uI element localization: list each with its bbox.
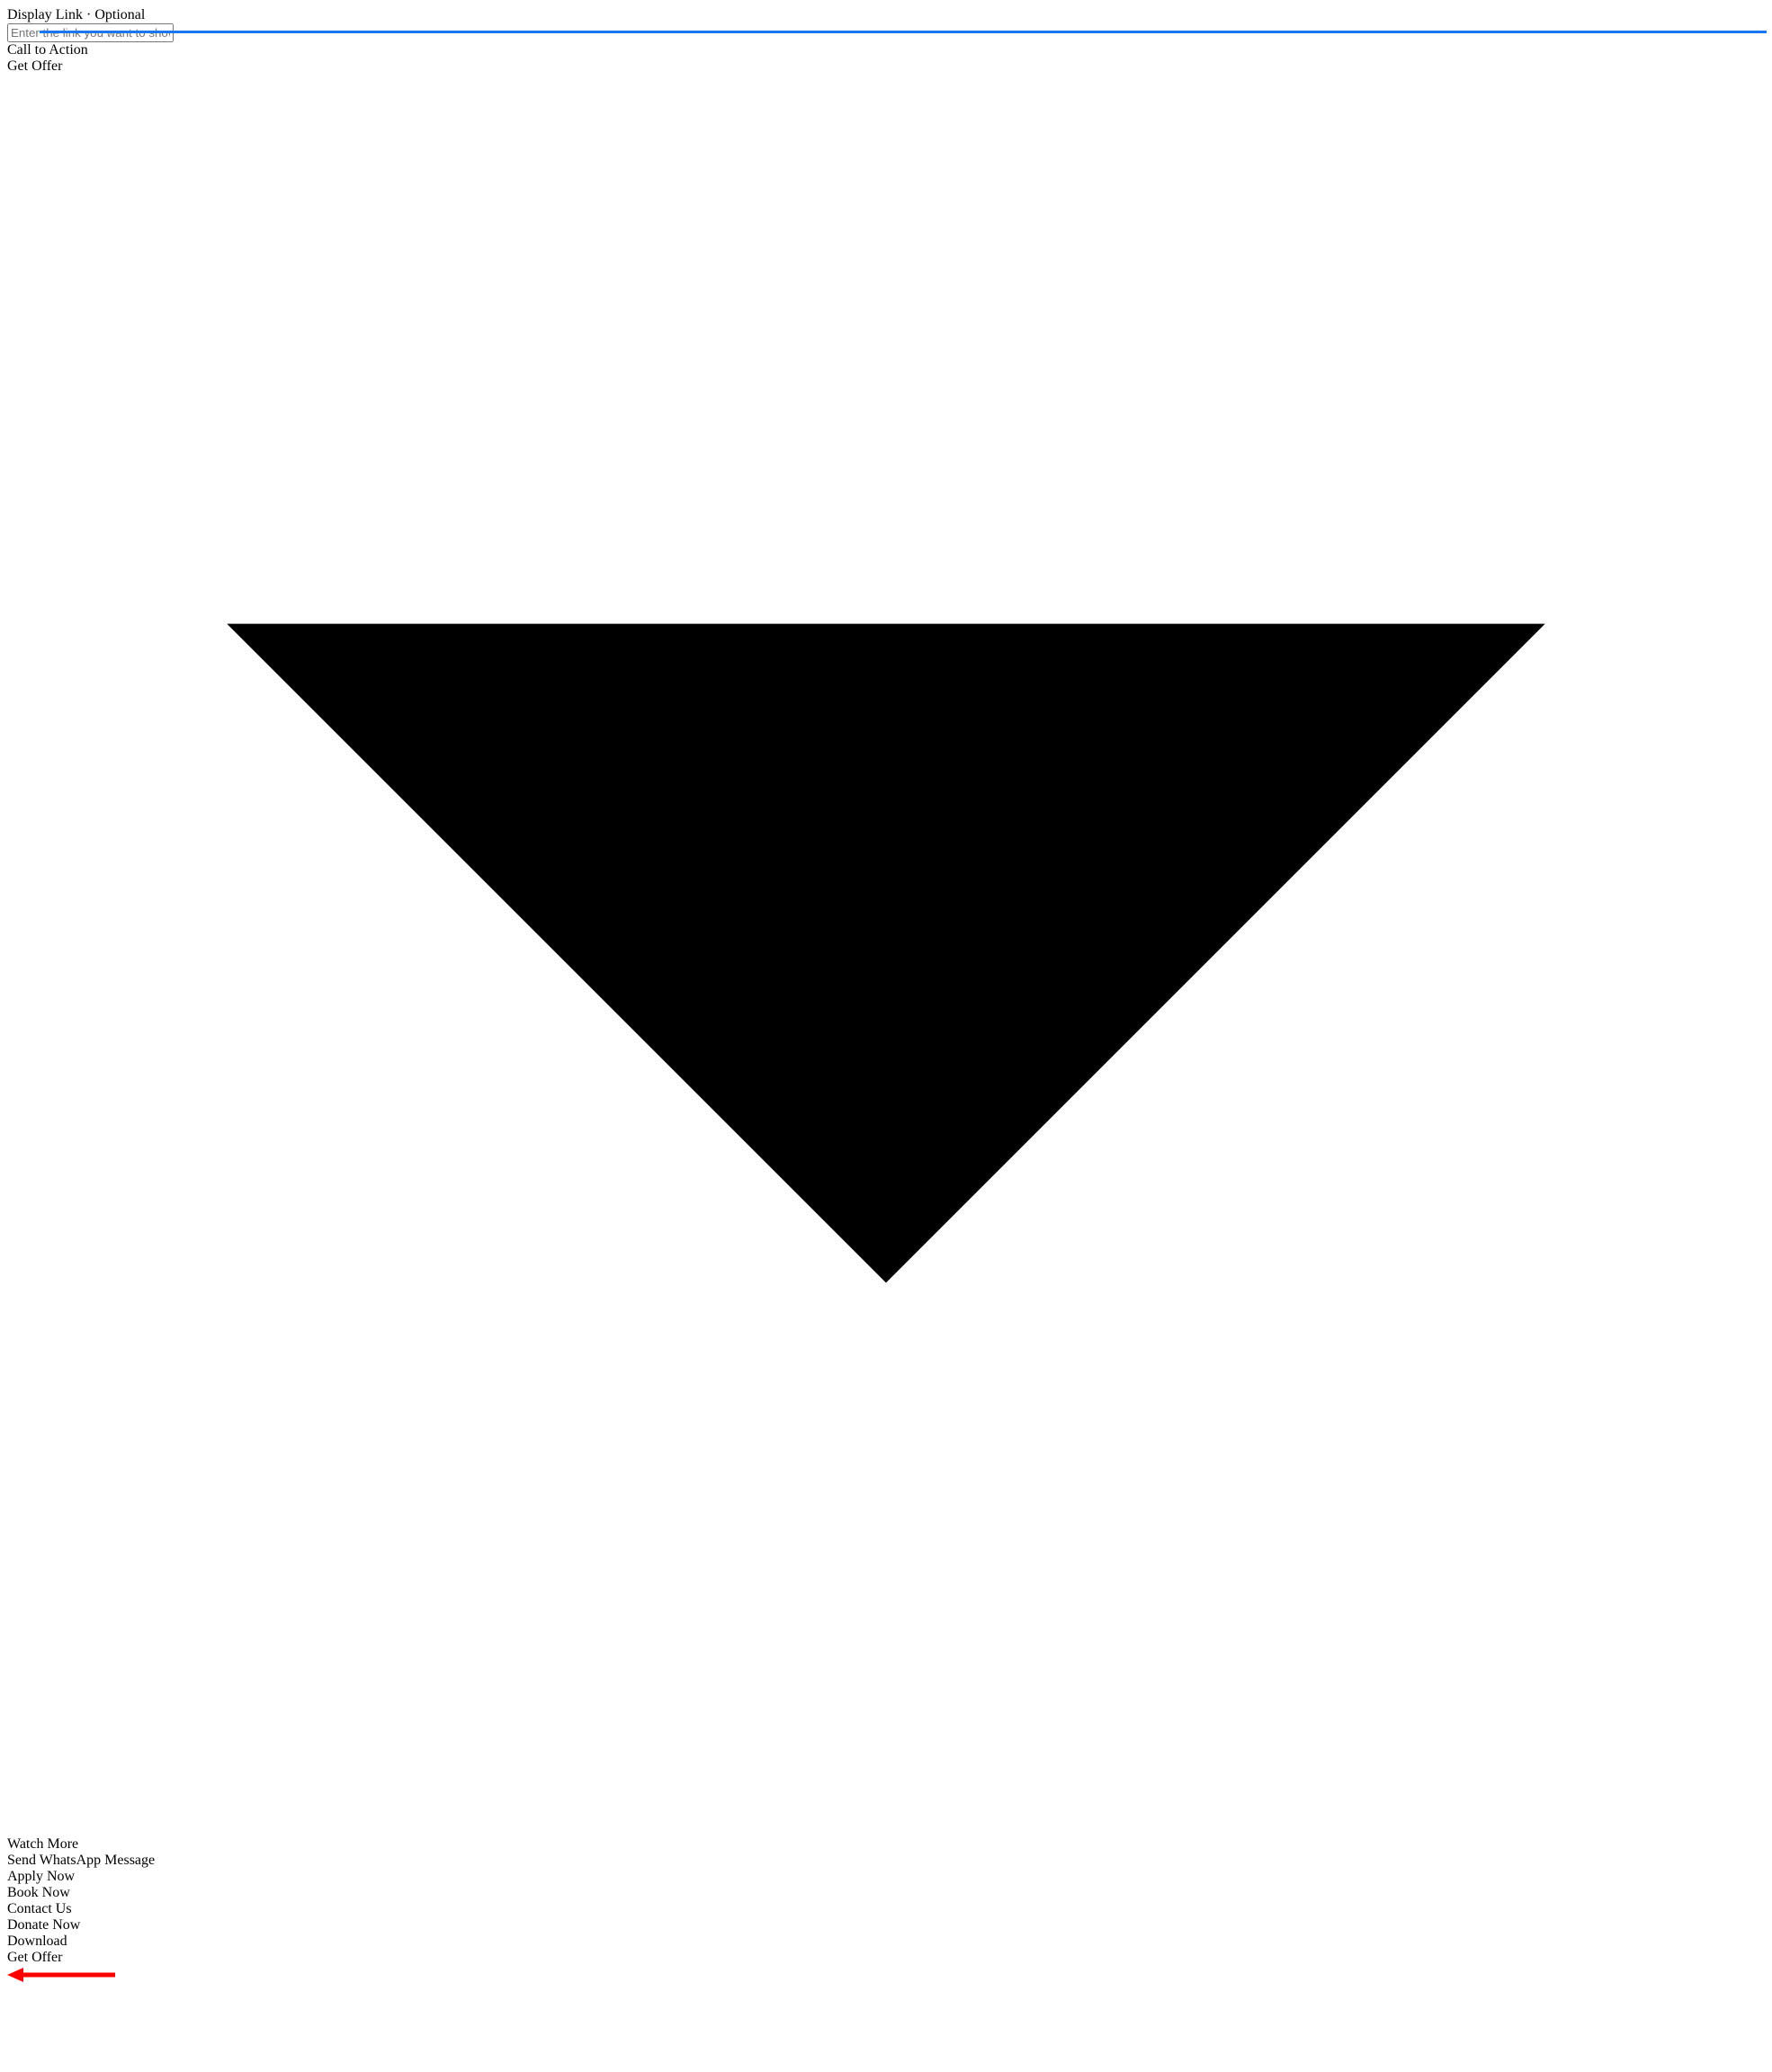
annotation-arrow-icon [7,1966,1765,1988]
cta-option-watch-more[interactable]: Watch More [7,1836,1765,1853]
cta-option-send-whatsapp[interactable]: Send WhatsApp Message [7,1853,1765,1869]
cta-option-label: Contact Us [7,1901,72,1916]
cta-option-label: Apply Now [7,1869,75,1884]
call-to-action-label: Call to Action [7,42,1765,58]
offline-events-checkbox[interactable] [7,1988,1765,2072]
cta-option-label: Send WhatsApp Message [7,1853,155,1868]
cta-option-get-offer[interactable]: Get Offer [7,1950,1765,1966]
cta-option-label: Donate Now [7,1917,80,1933]
offline-events-row: Offline Events [7,1988,1765,2072]
chevron-down-icon [7,1820,1765,1835]
ad-setup-form: Display Link · Optional Call to Action G… [7,7,1765,1836]
display-link-label: Display Link · Optional [7,7,1765,23]
cta-dropdown: Watch More Send WhatsApp Message Apply N… [7,1836,1765,1966]
cta-option-label: Get Offer [7,1950,62,1965]
cta-option-label: Book Now [7,1885,70,1900]
cta-option-contact-us[interactable]: Contact Us [7,1901,1765,1917]
cta-option-label: Watch More [7,1836,78,1852]
cta-option-label: Download [7,1934,67,1949]
cta-selected-value: Get Offer [7,58,62,74]
call-to-action-select[interactable]: Get Offer [7,58,1765,1836]
cta-option-download[interactable]: Download [7,1934,1765,1950]
cta-option-book-now[interactable]: Book Now [7,1885,1765,1901]
cta-option-donate-now[interactable]: Donate Now [7,1917,1765,1934]
cta-option-apply-now[interactable]: Apply Now [7,1869,1765,1885]
checkmark-icon [7,1988,1765,2072]
